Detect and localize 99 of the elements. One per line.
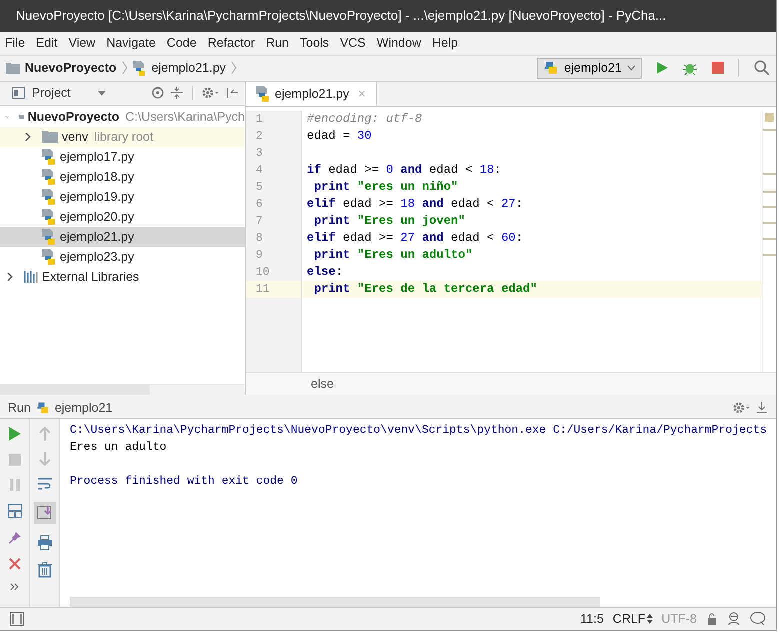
run-configuration-dropdown[interactable]: ejemplo21 (537, 58, 642, 79)
panel-title[interactable]: Project (32, 86, 71, 100)
chevron-icon (122, 61, 128, 76)
line-number: 2 (255, 128, 264, 144)
line-number: 5 (255, 180, 264, 196)
code-line: else: (307, 264, 344, 278)
panel-title: Run (8, 401, 31, 416)
menu-item[interactable]: File (4, 36, 26, 50)
chat-icon[interactable] (750, 612, 766, 626)
menu-item[interactable]: Help (431, 36, 460, 50)
python-file-icon (42, 248, 56, 264)
menu-item[interactable]: Refactor (206, 36, 256, 50)
code-line: print "Eres de la tercera edad" (313, 282, 538, 296)
line-number: 3 (255, 146, 264, 162)
line-number: 7 (255, 214, 264, 230)
python-file-icon (132, 60, 147, 76)
stop-icon[interactable] (711, 61, 725, 76)
settings-icon[interactable] (202, 87, 220, 99)
dropdown-arrow-icon[interactable] (98, 90, 106, 96)
tree-item[interactable]: ejemplo17.py (0, 146, 245, 166)
python-file-icon (256, 86, 270, 102)
line-number: 4 (255, 162, 264, 178)
chevron-down-icon (627, 65, 636, 72)
line-number: 6 (255, 196, 264, 212)
tree-item[interactable]: External Libraries (0, 266, 245, 286)
inspector-icon[interactable] (727, 612, 741, 626)
project-view-icon (12, 87, 25, 99)
code-line: #encoding: utf-8 (307, 112, 422, 126)
layout-icon[interactable] (8, 504, 22, 518)
caret-position[interactable]: 11:5 (580, 612, 604, 626)
menu-item[interactable]: Code (166, 36, 198, 50)
code-line: print "Eres un adulto" (313, 248, 473, 262)
code-line: if edad >= 0 and edad < 18: (307, 162, 502, 176)
run-tab[interactable]: ejemplo21 (54, 401, 113, 416)
soft-wrap-icon[interactable] (36, 477, 52, 492)
folder-icon (42, 130, 58, 142)
scroll-to-end-icon[interactable] (34, 502, 56, 524)
code-line: edad = 30 (307, 128, 372, 142)
scrollbar[interactable] (70, 597, 600, 608)
tree-item[interactable]: ejemplo23.py (0, 246, 245, 266)
python-file-icon (42, 168, 56, 184)
print-icon[interactable] (36, 535, 52, 552)
line-number: 8 (255, 230, 264, 246)
collapse-icon[interactable] (171, 87, 183, 99)
console-line: C:\Users\Karina\PycharmProjects\NuevoProyecto\venv\Scripts\python.exe C:/Users/Karina/PycharmProjects (70, 423, 768, 440)
editor-tab[interactable]: ejemplo21.py × (246, 82, 377, 106)
close-icon[interactable] (8, 558, 20, 570)
python-file-icon (42, 188, 56, 204)
python-icon (36, 401, 50, 416)
code-line: print "Eres un joven" (313, 214, 466, 228)
line-number: 1 (255, 112, 264, 128)
console-line: Process finished with exit code 0 (70, 474, 299, 490)
scrollbar[interactable] (0, 385, 150, 396)
hide-panel-icon[interactable] (227, 87, 239, 99)
tree-item[interactable]: ejemplo20.py (0, 206, 245, 226)
chevron-icon (231, 61, 238, 76)
python-file-icon (42, 228, 56, 244)
search-icon[interactable] (754, 60, 770, 76)
python-file-icon (42, 148, 56, 164)
line-number: 10 (255, 264, 271, 280)
lock-icon[interactable] (706, 613, 718, 626)
window-title: NuevoProyecto [C:\Users\Karina\PycharmProjects\NuevoProyecto] - ...\ejemplo21.py [NuevoProyecto] - PyCha... (16, 8, 666, 24)
rerun-icon[interactable] (8, 427, 20, 442)
menu-item[interactable]: Navigate (106, 36, 157, 50)
line-number: 9 (255, 248, 264, 264)
code-line: elif edad >= 27 and edad < 60: (307, 230, 524, 244)
folder-icon (6, 62, 20, 74)
up-down-arrows-icon[interactable] (646, 614, 653, 624)
console-line: Eres un adulto (70, 440, 168, 456)
line-number: 11 (246, 280, 301, 298)
menu-item[interactable]: Window (376, 36, 422, 50)
python-file-icon (42, 208, 56, 224)
libraries-icon (24, 270, 38, 282)
trash-icon[interactable] (38, 562, 52, 578)
tree-item[interactable]: venv library root (0, 126, 245, 146)
code-line: print "eres un niño" (313, 180, 458, 194)
menu-item[interactable]: View (68, 36, 97, 50)
more-icon[interactable] (10, 583, 20, 592)
menu-item[interactable]: Run (265, 36, 290, 50)
menu-item[interactable]: Edit (35, 36, 59, 50)
tree-item[interactable]: ejemplo18.py (0, 166, 245, 186)
crosshair-icon[interactable] (152, 87, 164, 99)
run-icon[interactable] (655, 61, 669, 76)
settings-icon[interactable] (733, 402, 751, 414)
hide-panel-icon[interactable] (756, 402, 768, 414)
tool-windows-icon[interactable] (10, 612, 24, 626)
tree-item[interactable]: ejemplo21.py (0, 226, 245, 246)
breadcrumb[interactable]: NuevoProyecto (25, 61, 117, 76)
breadcrumb[interactable]: ejemplo21.py (152, 61, 226, 76)
menu-item[interactable]: VCS (339, 36, 367, 50)
pin-icon[interactable] (8, 531, 22, 546)
python-icon (543, 60, 560, 76)
tree-item[interactable]: NuevoProyecto C:\Users\Karina\Pych (0, 106, 245, 126)
tree-item[interactable]: ejemplo19.py (0, 186, 245, 206)
code-line: elif edad >= 18 and edad < 27: (307, 196, 524, 210)
inspection-status-icon (765, 112, 774, 122)
line-separator[interactable]: CRLF (612, 612, 646, 626)
menu-item[interactable]: Tools (299, 36, 330, 50)
code-breadcrumb[interactable]: else (311, 377, 334, 392)
